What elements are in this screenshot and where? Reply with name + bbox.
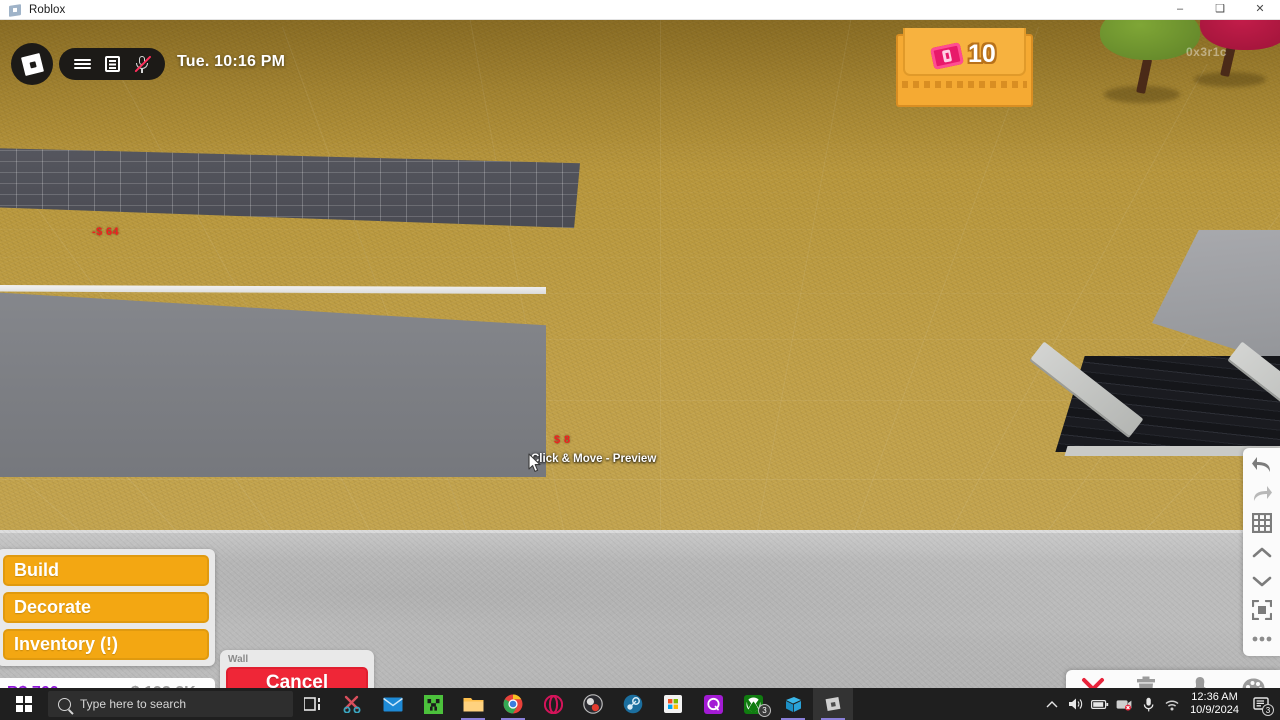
player-name-label: 0x3r1c bbox=[1186, 45, 1228, 59]
maximize-button[interactable]: ❑ bbox=[1200, 0, 1240, 20]
notifications-icon[interactable]: 3 bbox=[1248, 688, 1274, 720]
system-tray: 12:36 AM 10/9/2024 3 bbox=[1040, 688, 1280, 720]
cost-label-1: -$ 64 bbox=[92, 226, 120, 238]
taskbar-time: 12:36 AM bbox=[1191, 691, 1238, 703]
inventory-button[interactable]: Inventory (!) bbox=[3, 629, 209, 660]
wifi-icon[interactable] bbox=[1160, 688, 1184, 720]
stamp-icon[interactable] bbox=[1181, 674, 1219, 688]
obs-icon[interactable] bbox=[573, 688, 613, 720]
microphone-muted-icon[interactable] bbox=[129, 51, 155, 77]
taskview-icon[interactable] bbox=[293, 688, 333, 720]
windows-start-icon[interactable] bbox=[0, 688, 48, 720]
build-vertical-toolbar bbox=[1243, 448, 1280, 656]
tray-expand-chevron-icon[interactable] bbox=[1040, 688, 1064, 720]
tree-2 bbox=[1194, 20, 1280, 98]
roblox-player-icon[interactable] bbox=[813, 688, 853, 720]
window-title-bar: Roblox – ❑ ✕ bbox=[0, 0, 1280, 20]
taskbar-clock[interactable]: 12:36 AM 10/9/2024 bbox=[1184, 691, 1248, 717]
windows-taskbar: Type here to search 3 12:36 AM 10/9/2024… bbox=[0, 688, 1280, 720]
chevron-up-icon[interactable] bbox=[1250, 542, 1274, 562]
search-icon bbox=[58, 697, 71, 711]
roblox-window-icon bbox=[8, 3, 22, 17]
game-clock: Tue. 10:16 PM bbox=[177, 53, 286, 70]
chat-icon[interactable] bbox=[99, 51, 125, 77]
search-input[interactable]: Type here to search bbox=[48, 691, 293, 717]
microphone-icon[interactable] bbox=[1136, 688, 1160, 720]
object-action-bar bbox=[1066, 670, 1280, 688]
wall-tool-panel: Wall Cancel bbox=[220, 650, 374, 688]
taskbar-date: 10/9/2024 bbox=[1190, 704, 1239, 716]
grid-icon[interactable] bbox=[1250, 513, 1274, 533]
undo-icon[interactable] bbox=[1250, 455, 1274, 475]
trash-icon[interactable] bbox=[1127, 674, 1165, 688]
q-app-icon[interactable] bbox=[693, 688, 733, 720]
game-viewport[interactable]: 0x3r1c -$ 64 $ 8 Click & Move - Preview bbox=[0, 20, 1280, 688]
roblox-logo-icon[interactable] bbox=[11, 43, 53, 85]
mail-icon[interactable] bbox=[373, 688, 413, 720]
volume-icon[interactable] bbox=[1064, 688, 1088, 720]
xbox-badge: 3 bbox=[758, 704, 771, 717]
tool-preview-label: Click & Move - Preview bbox=[531, 453, 657, 465]
delete-x-icon[interactable] bbox=[1074, 674, 1112, 688]
cancel-button[interactable]: Cancel bbox=[226, 667, 368, 688]
tree-1 bbox=[1100, 20, 1200, 110]
currency-bar: B$ 760 $ 192.2K+ bbox=[0, 678, 215, 688]
steam-icon[interactable] bbox=[613, 688, 653, 720]
search-placeholder: Type here to search bbox=[80, 697, 187, 711]
chrome-icon[interactable] bbox=[493, 688, 533, 720]
hamburger-menu-icon[interactable] bbox=[69, 51, 95, 77]
build-button[interactable]: Build bbox=[3, 555, 209, 586]
ticket-counter[interactable]: 10 bbox=[896, 28, 1033, 107]
mouse-pointer-icon bbox=[528, 453, 542, 473]
wall-object[interactable] bbox=[0, 285, 550, 477]
cost-label-2: $ 8 bbox=[554, 434, 571, 446]
select-all-icon[interactable] bbox=[1250, 600, 1274, 620]
wall-tool-title: Wall bbox=[228, 654, 249, 665]
build-menu-panel: Build Decorate Inventory (!) bbox=[0, 549, 215, 666]
mic-muted-icon[interactable] bbox=[1112, 688, 1136, 720]
minecraft-icon[interactable] bbox=[413, 688, 453, 720]
minimize-button[interactable]: – bbox=[1160, 0, 1200, 20]
roblox-top-bar bbox=[59, 48, 165, 80]
file-explorer-icon[interactable] bbox=[453, 688, 493, 720]
xbox-icon[interactable]: 3 bbox=[733, 688, 773, 720]
snipping-tool-icon[interactable] bbox=[333, 688, 373, 720]
microsoft-store-icon[interactable] bbox=[653, 688, 693, 720]
window-title: Roblox bbox=[29, 3, 66, 16]
chevron-down-icon[interactable] bbox=[1250, 571, 1274, 591]
battery-icon[interactable] bbox=[1088, 688, 1112, 720]
decorate-button[interactable]: Decorate bbox=[3, 592, 209, 623]
close-button[interactable]: ✕ bbox=[1240, 0, 1280, 20]
ticket-count: 10 bbox=[968, 40, 996, 68]
redo-icon[interactable] bbox=[1250, 484, 1274, 504]
roblox-studio-icon[interactable] bbox=[773, 688, 813, 720]
opera-gx-icon[interactable] bbox=[533, 688, 573, 720]
window-controls: – ❑ ✕ bbox=[1160, 0, 1280, 20]
notification-count: 3 bbox=[1262, 704, 1274, 716]
more-options-icon[interactable] bbox=[1250, 629, 1274, 649]
staircase-object[interactable] bbox=[1012, 341, 1280, 482]
taskbar-apps: 3 bbox=[293, 688, 853, 720]
palette-icon[interactable] bbox=[1234, 674, 1272, 688]
